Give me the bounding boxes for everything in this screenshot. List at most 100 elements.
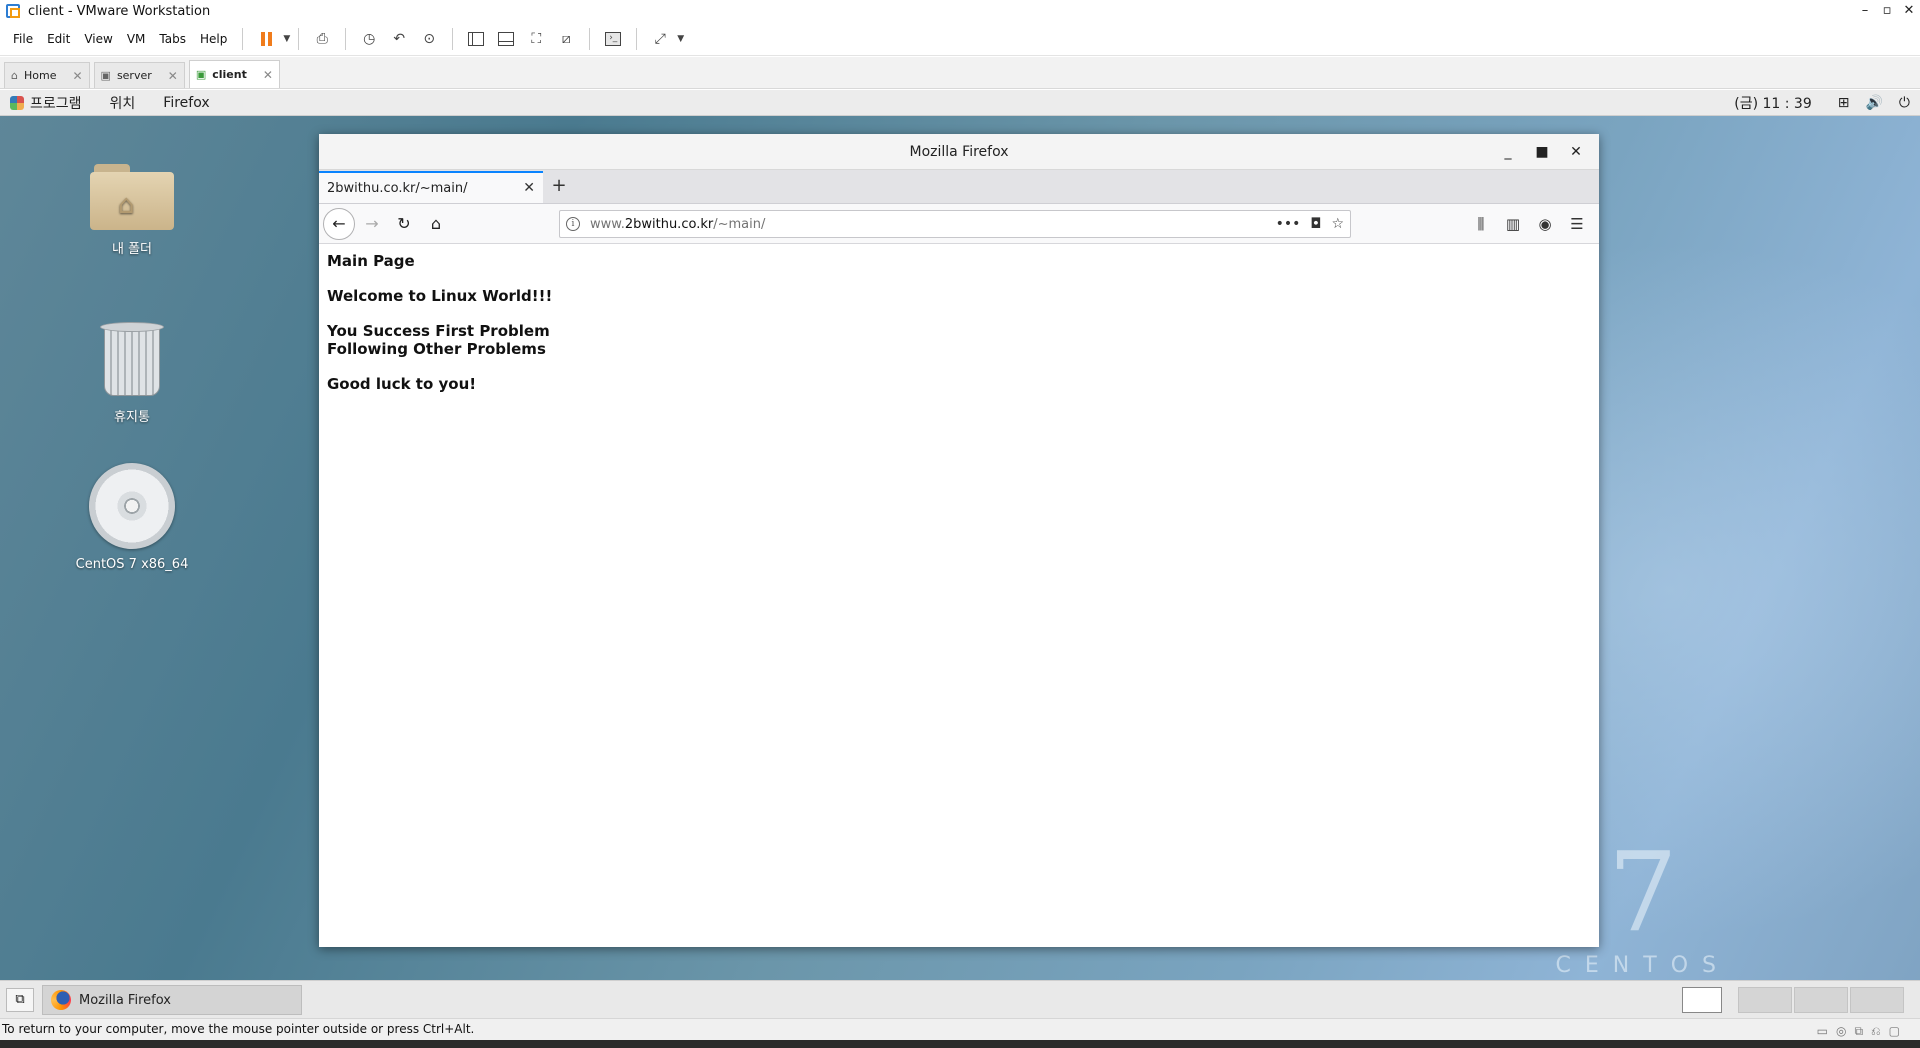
guest-desktop[interactable]: 프로그램 위치 Firefox (금) 11 : 39 ⊞ 🔊 ⏻ ⌂ 내 폴더… xyxy=(0,90,1920,1018)
taskbar-window-label: Mozilla Firefox xyxy=(79,992,171,1008)
menu-help[interactable]: Help xyxy=(193,22,234,56)
library-icon[interactable]: ⫼ xyxy=(1465,209,1497,239)
vmware-window-title: client - VMware Workstation xyxy=(28,3,211,19)
applications-icon xyxy=(10,95,24,110)
firefox-tabstrip: 2bwithu.co.kr/~main/ ✕ + xyxy=(319,170,1599,204)
home-icon: ⌂ xyxy=(11,69,18,82)
maximize-icon[interactable]: ■ xyxy=(1525,134,1559,170)
taskbar-firefox-window[interactable]: Mozilla Firefox xyxy=(42,985,302,1015)
vmware-tabbar: ⌂ Home ✕ ▣ server ✕ ▣ client ✕ xyxy=(0,57,1920,89)
workspace-3[interactable] xyxy=(1794,987,1848,1013)
menu-file[interactable]: File xyxy=(6,22,40,56)
firefox-window-controls: _ ■ ✕ xyxy=(1491,134,1593,170)
workspace-2[interactable] xyxy=(1738,987,1792,1013)
url-prefix: www. xyxy=(590,216,625,232)
show-library-button[interactable] xyxy=(464,27,488,51)
url-path: /~main/ xyxy=(713,216,766,232)
tab-close-icon[interactable]: ✕ xyxy=(263,68,273,82)
site-info-icon[interactable]: i xyxy=(566,217,580,231)
message-icon[interactable]: ▢ xyxy=(1889,1021,1900,1041)
desktop-icon-home-folder[interactable]: ⌂ 내 폴더 xyxy=(62,164,202,257)
snapshot-take-button[interactable]: ◷ xyxy=(357,27,381,51)
vmware-logo-icon xyxy=(6,4,20,18)
bookmark-star-icon[interactable]: ☆ xyxy=(1331,216,1344,232)
account-icon[interactable]: ◉ xyxy=(1529,209,1561,239)
desktop-icon-trash[interactable]: 휴지통 xyxy=(62,322,202,425)
page-heading: Main Page xyxy=(327,252,415,270)
vm-icon: ▣ xyxy=(195,68,207,81)
maximize-icon[interactable]: ▫ xyxy=(1876,0,1898,22)
trash-icon xyxy=(100,322,164,398)
menu-vm[interactable]: VM xyxy=(120,22,153,56)
firefox-navbar: ← → ↻ ⌂ i www.2bwithu.co.kr/~main/ ••• ◘… xyxy=(319,204,1599,244)
workspace-1[interactable] xyxy=(1682,987,1722,1013)
usb-icon[interactable]: ⎌ xyxy=(1871,1021,1881,1041)
unity-button[interactable]: ⧄ xyxy=(554,27,578,51)
page-actions-icon[interactable]: ••• xyxy=(1276,216,1301,232)
workspace-4[interactable] xyxy=(1850,987,1904,1013)
show-thumbnail-bar-button[interactable] xyxy=(494,27,518,51)
hamburger-menu-icon[interactable]: ☰ xyxy=(1561,209,1593,239)
new-tab-button[interactable]: + xyxy=(543,171,575,203)
hard-disk-icon[interactable]: ▭ xyxy=(1817,1021,1828,1041)
page-line-1: You Success First Problem xyxy=(327,322,550,340)
url-domain: 2bwithu.co.kr xyxy=(624,216,714,232)
snapshot-revert-button[interactable]: ↶ xyxy=(387,27,411,51)
tab-close-icon[interactable]: ✕ xyxy=(523,180,535,196)
send-ctrl-alt-del-button[interactable]: ⎙ xyxy=(310,27,334,51)
tab-label: client xyxy=(212,68,247,81)
tab-close-icon[interactable]: ✕ xyxy=(72,69,82,83)
tab-home[interactable]: ⌂ Home ✕ xyxy=(4,62,90,88)
stretch-dropdown-icon[interactable]: ▼ xyxy=(677,34,684,44)
gnome-menu-places[interactable]: 위치 xyxy=(110,93,136,113)
gnome-top-bar: 프로그램 위치 Firefox (금) 11 : 39 ⊞ 🔊 ⏻ xyxy=(0,90,1920,116)
desktop-icon-centos-dvd[interactable]: CentOS 7 x86_64 xyxy=(62,463,202,572)
toolbar-separator xyxy=(636,27,638,50)
pocket-icon[interactable]: ◘ xyxy=(1310,216,1321,232)
host-taskbar-strip xyxy=(0,1040,1920,1048)
show-desktop-button[interactable]: ⧉ xyxy=(6,988,34,1012)
firefox-tab-title: 2bwithu.co.kr/~main/ xyxy=(327,180,468,196)
vmware-window-controls: – ▫ ✕ xyxy=(1854,0,1920,22)
back-button[interactable]: ← xyxy=(323,207,355,240)
tab-server[interactable]: ▣ server ✕ xyxy=(93,62,185,88)
network-adapter-icon[interactable]: ⧉ xyxy=(1854,1021,1863,1041)
home-button[interactable]: ⌂ xyxy=(421,209,451,239)
folder-icon: ⌂ xyxy=(90,164,174,230)
firefox-toolbar-right: ⫼ ▥ ◉ ☰ xyxy=(1465,209,1593,239)
url-bar[interactable]: i www.2bwithu.co.kr/~main/ ••• ◘ ☆ xyxy=(559,210,1351,238)
url-text[interactable]: www.2bwithu.co.kr/~main/ xyxy=(590,217,1266,232)
pause-dropdown-icon[interactable]: ▼ xyxy=(283,34,290,44)
stretch-guest-button[interactable]: ⤢ xyxy=(648,27,672,51)
minimize-icon[interactable]: – xyxy=(1854,0,1876,22)
power-icon[interactable]: ⏻ xyxy=(1899,95,1910,111)
desktop-icon-label: 휴지통 xyxy=(114,410,150,425)
watermark-word: CENTOS xyxy=(1555,953,1730,978)
reload-button[interactable]: ↻ xyxy=(389,209,419,239)
console-view-button[interactable]: ›_ xyxy=(601,27,625,51)
snapshot-manager-button[interactable]: ⊙ xyxy=(417,27,441,51)
gnome-menu-firefox[interactable]: Firefox xyxy=(163,95,209,111)
volume-icon[interactable]: 🔊 xyxy=(1865,95,1882,111)
tab-client[interactable]: ▣ client ✕ xyxy=(188,60,280,88)
clock[interactable]: (금) 11 : 39 xyxy=(1734,93,1812,113)
firefox-tab[interactable]: 2bwithu.co.kr/~main/ ✕ xyxy=(319,171,543,203)
menu-edit[interactable]: Edit xyxy=(40,22,77,56)
full-screen-button[interactable]: ⛶ xyxy=(524,27,548,51)
gnome-menu-applications[interactable]: 프로그램 xyxy=(30,93,82,113)
minimize-icon[interactable]: _ xyxy=(1491,134,1525,170)
menu-tabs[interactable]: Tabs xyxy=(152,22,193,56)
tab-close-icon[interactable]: ✕ xyxy=(168,69,178,83)
pause-vm-button[interactable] xyxy=(254,27,278,51)
network-icon[interactable]: ⊞ xyxy=(1838,95,1850,111)
cd-drive-icon[interactable]: ◎ xyxy=(1836,1021,1846,1041)
menu-view[interactable]: View xyxy=(77,22,119,56)
vmware-menubar: File Edit View VM Tabs Help ▼ ⎙ ◷ ↶ ⊙ ⛶ … xyxy=(0,22,1920,56)
forward-button[interactable]: → xyxy=(357,209,387,239)
page-closing: Good luck to you! xyxy=(327,375,477,393)
firefox-logo-icon xyxy=(51,990,71,1010)
vm-icon: ▣ xyxy=(100,69,111,82)
sidebar-icon[interactable]: ▥ xyxy=(1497,209,1529,239)
close-icon[interactable]: ✕ xyxy=(1559,134,1593,170)
close-icon[interactable]: ✕ xyxy=(1898,0,1920,22)
